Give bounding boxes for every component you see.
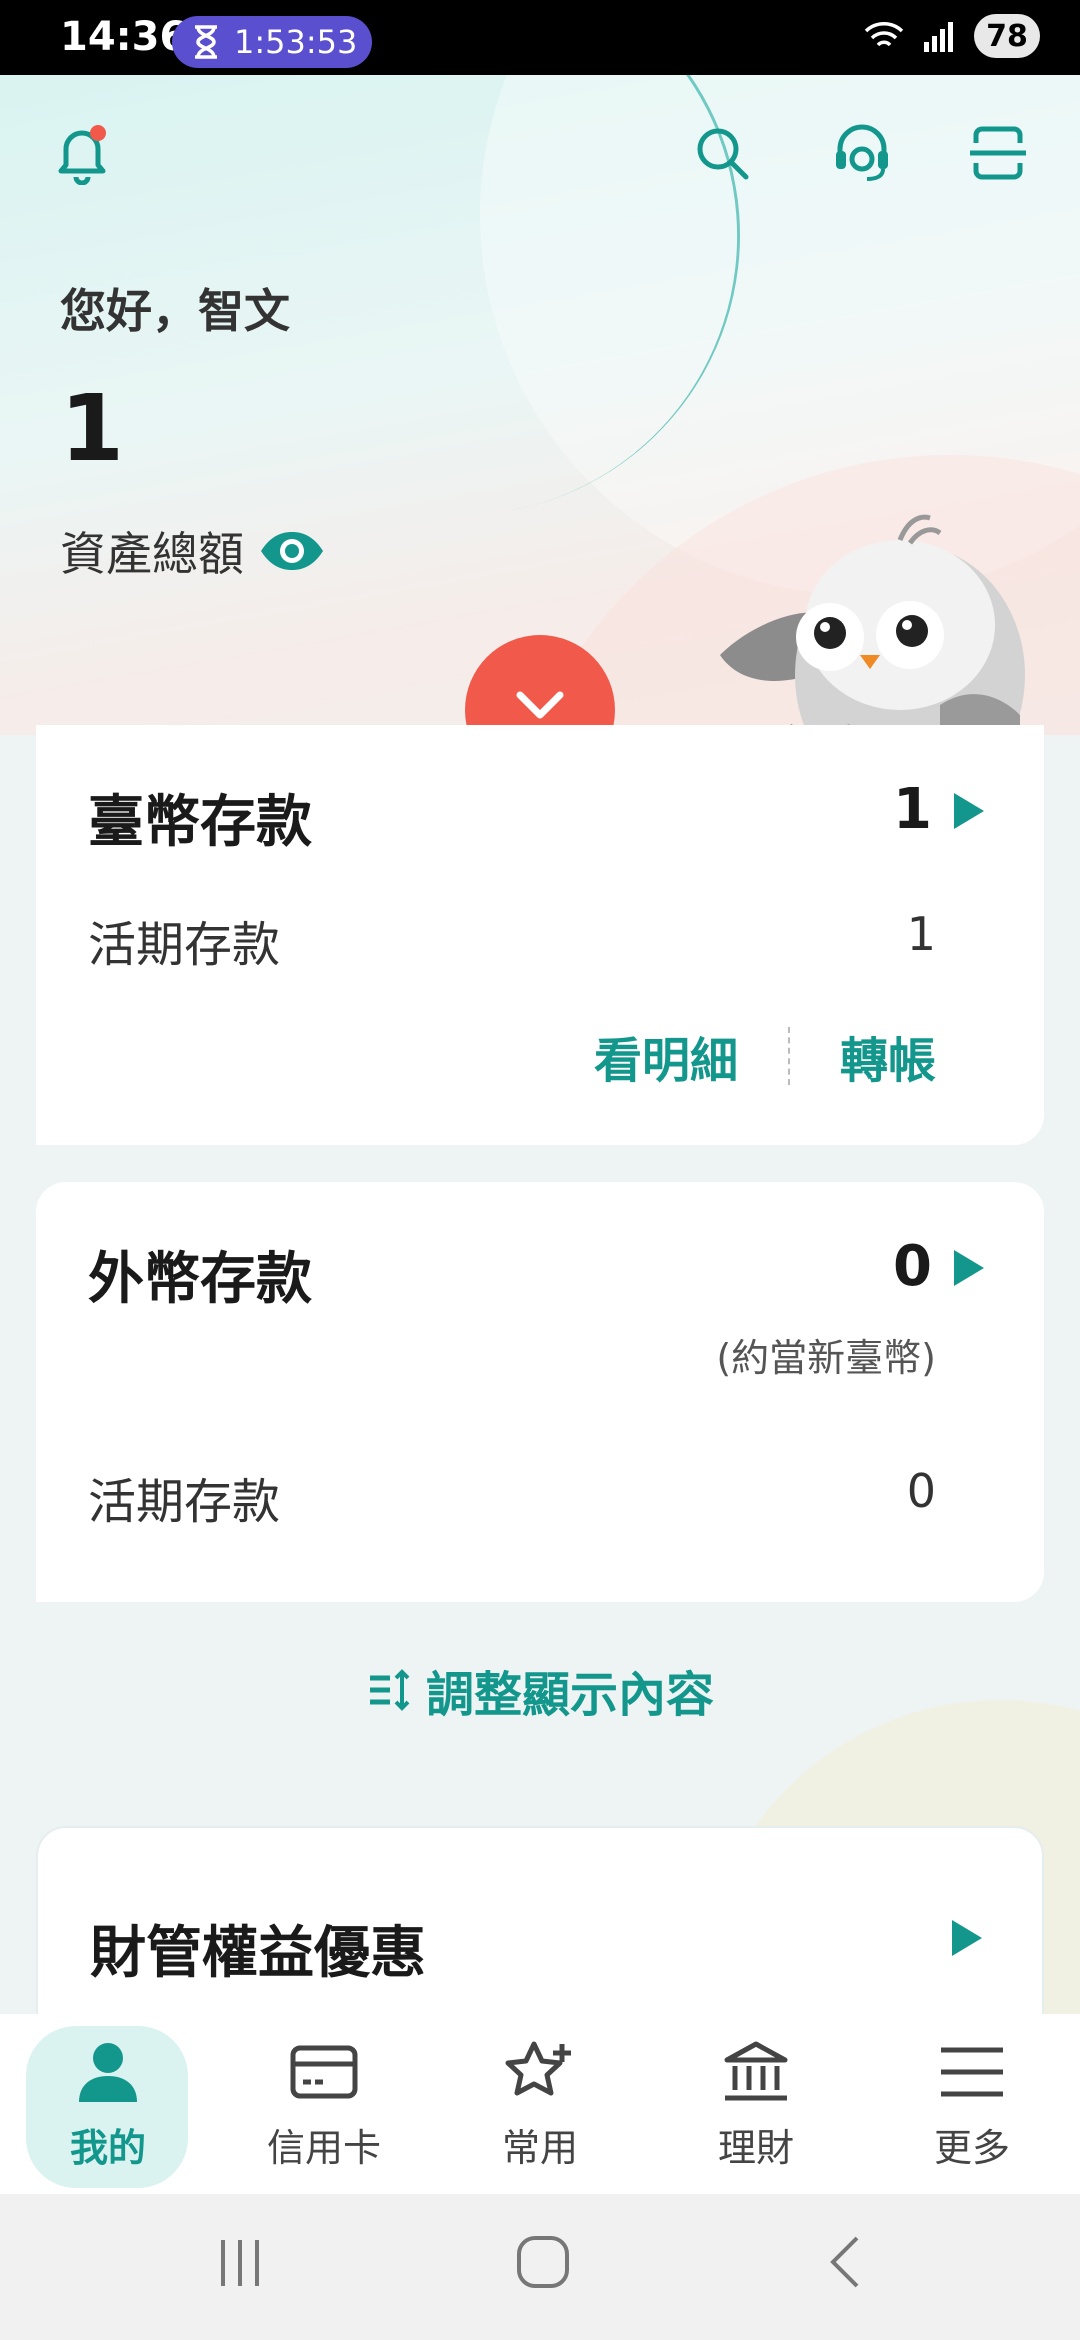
greeting-text: 您好，智文	[60, 284, 290, 338]
fx-demand-deposit-value: 0	[906, 1464, 936, 1518]
wealth-benefits-card[interactable]: 財管權益優惠	[36, 1826, 1044, 2026]
fx-deposit-card[interactable]: 外幣存款 0 (約當新臺幣) 活期存款 0	[36, 1182, 1044, 1602]
menu-icon	[932, 2037, 1012, 2107]
wealth-benefits-title: 財管權益優惠	[90, 1921, 426, 1986]
nav-label-credit-card: 信用卡	[266, 2125, 381, 2170]
signal-icon	[924, 22, 953, 52]
star-add-icon	[500, 2037, 580, 2107]
scan-icon[interactable]	[958, 113, 1038, 193]
twd-demand-deposit-label: 活期存款	[88, 917, 281, 973]
fx-demand-deposit-label: 活期存款	[88, 1474, 281, 1530]
nav-item-mine[interactable]: 我的	[0, 2014, 216, 2194]
twd-deposit-title: 臺幣存款	[88, 790, 312, 855]
total-balance: 1	[60, 375, 125, 482]
screen-timer-pill[interactable]: 1:53:53	[172, 16, 372, 68]
nav-label-more: 更多	[933, 2125, 1010, 2170]
nav-label-mine: 我的	[69, 2125, 146, 2170]
play-arrow-icon[interactable]	[946, 1918, 986, 1958]
wifi-icon	[864, 22, 904, 47]
view-details-link[interactable]: 看明細	[594, 1021, 738, 1091]
credit-card-icon	[284, 2037, 364, 2107]
play-arrow-icon[interactable]	[948, 791, 988, 831]
back-icon[interactable]	[825, 2234, 865, 2290]
nav-item-wealth[interactable]: 理財	[648, 2014, 864, 2194]
twd-deposit-total: 1	[893, 777, 932, 842]
twd-deposit-card[interactable]: 臺幣存款 1 活期存款 1 看明細 轉帳	[36, 725, 1044, 1145]
nav-label-wealth: 理財	[717, 2125, 794, 2170]
fx-deposit-total: 0	[893, 1234, 932, 1299]
owl-mascot	[720, 514, 1025, 735]
nav-item-more[interactable]: 更多	[864, 2014, 1080, 2194]
eye-visibility-icon[interactable]	[258, 529, 326, 573]
twd-demand-deposit-value: 1	[906, 907, 936, 961]
adjust-display-label: 調整顯示內容	[425, 1667, 714, 1723]
system-navigation-bar	[0, 2194, 1080, 2340]
recent-apps-icon[interactable]	[215, 2234, 265, 2290]
person-icon	[68, 2037, 148, 2107]
play-arrow-icon[interactable]	[948, 1248, 988, 1288]
timer-text: 1:53:53	[234, 23, 358, 61]
notification-bell-icon[interactable]	[42, 113, 122, 193]
transfer-link[interactable]: 轉帳	[840, 1021, 936, 1091]
status-time: 14:36	[60, 14, 188, 60]
nav-item-favorites[interactable]: 常用	[432, 2014, 648, 2194]
hero-section: 您好，智文 1 資產總額	[0, 75, 1080, 735]
sort-adjust-icon	[369, 1669, 410, 1711]
nav-label-favorites: 常用	[501, 2125, 578, 2170]
status-bar: 14:36 1:53:53 78	[0, 0, 1080, 75]
action-divider	[787, 1027, 790, 1085]
bottom-navigation: 我的 信用卡 常用 理財 更多	[0, 2014, 1080, 2194]
battery-indicator: 78	[974, 14, 1040, 58]
customer-service-headset-icon[interactable]	[822, 113, 902, 193]
asset-total-label: 資產總額	[60, 527, 244, 581]
search-icon[interactable]	[682, 113, 762, 193]
bank-icon	[716, 2037, 796, 2107]
hourglass-icon	[195, 25, 217, 59]
nav-item-credit-card[interactable]: 信用卡	[216, 2014, 432, 2194]
twd-equivalent-note: (約當新臺幣)	[716, 1336, 936, 1380]
home-icon[interactable]	[515, 2234, 571, 2290]
chevron-down-icon	[516, 691, 564, 719]
fx-deposit-title: 外幣存款	[88, 1247, 312, 1312]
